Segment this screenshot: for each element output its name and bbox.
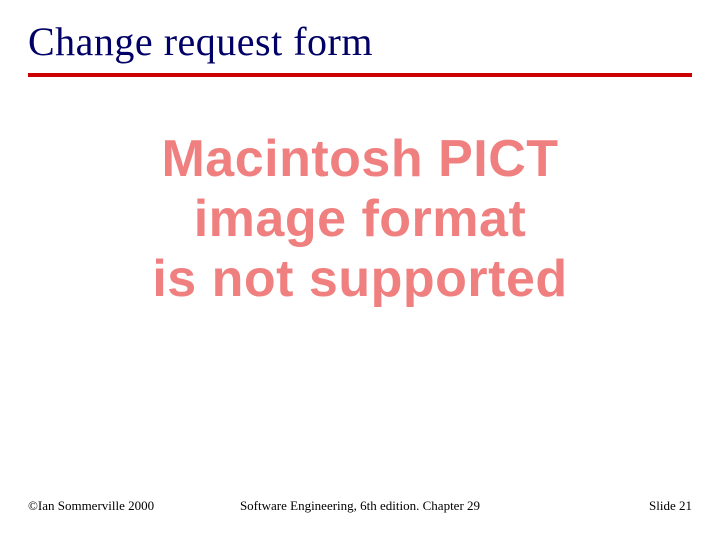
footer-copyright: ©Ian Sommerville 2000	[28, 498, 154, 514]
slide: Change request form Macintosh PICT image…	[0, 0, 720, 540]
error-line-2: image format	[0, 190, 720, 250]
error-line-1: Macintosh PICT	[0, 130, 720, 190]
slide-body: Macintosh PICT image format is not suppo…	[0, 130, 720, 309]
title-underline	[28, 73, 692, 77]
slide-footer: ©Ian Sommerville 2000 Software Engineeri…	[0, 498, 720, 514]
error-line-3: is not supported	[0, 250, 720, 310]
slide-title: Change request form	[28, 18, 692, 71]
footer-slide-number: Slide 21	[649, 498, 692, 514]
